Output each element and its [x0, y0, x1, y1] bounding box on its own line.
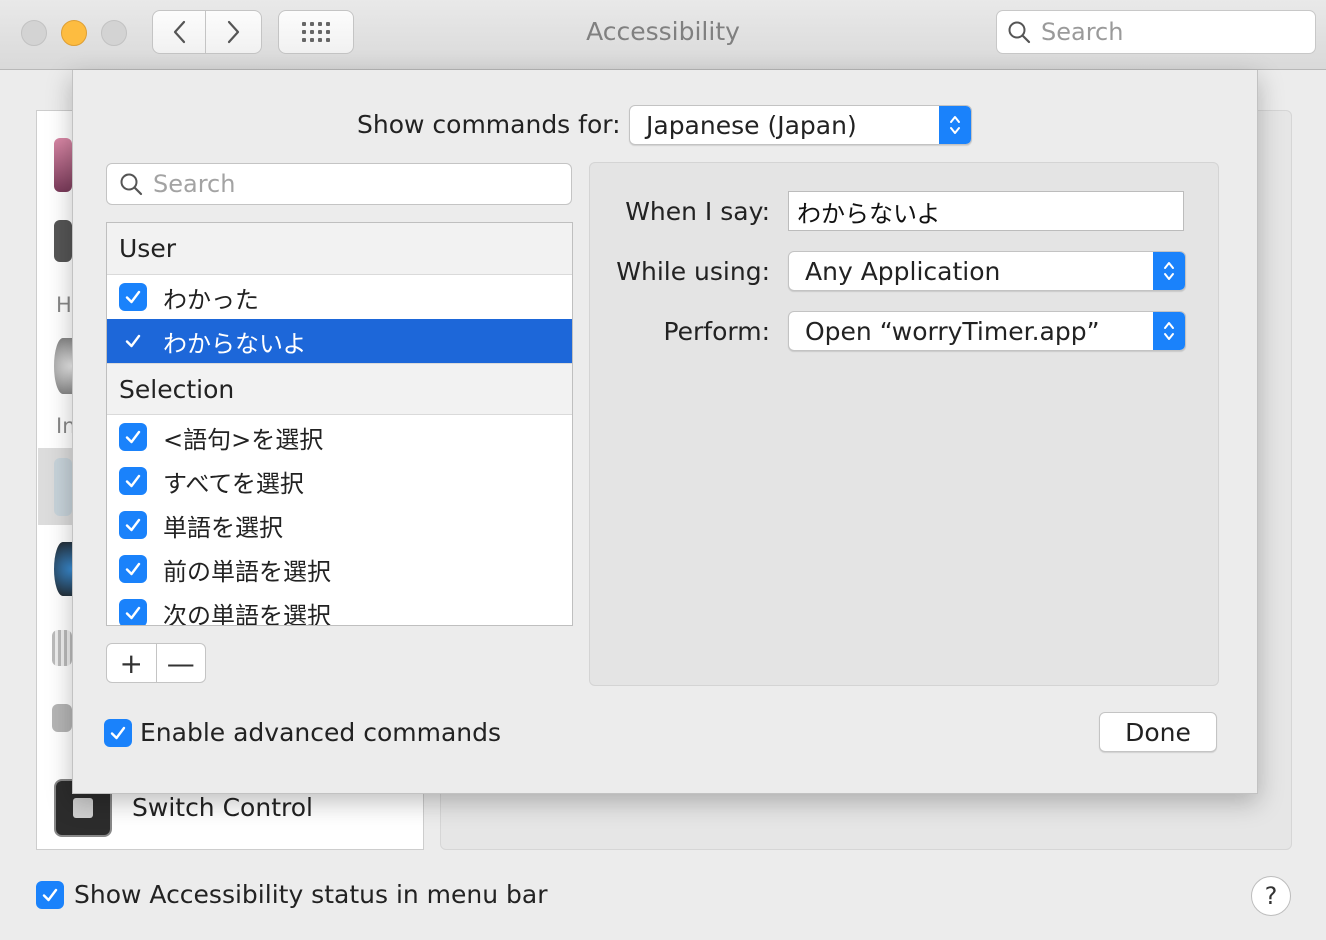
display-icon[interactable] [54, 138, 72, 192]
popup-arrows-icon [1153, 252, 1185, 290]
window-title: Accessibility [586, 17, 740, 46]
list-item[interactable]: 次の単語を選択 [107, 591, 572, 626]
command-search-input[interactable]: Search [106, 163, 572, 205]
add-remove-control: + — [106, 643, 206, 683]
back-button[interactable] [152, 10, 206, 54]
list-item-selected[interactable]: わからないよ [107, 319, 572, 363]
list-item-label: わからないよ [163, 329, 307, 358]
perform-label: Perform: [663, 317, 770, 346]
commands-sheet: Show commands for: Japanese (Japan) Sear… [72, 70, 1258, 794]
help-button[interactable]: ? [1251, 876, 1291, 916]
list-item-label: わかった [163, 285, 259, 314]
dictation-icon [54, 458, 72, 516]
checkbox-checked-icon[interactable] [119, 599, 147, 625]
sidebar-item-switch-control[interactable]: Switch Control [132, 793, 313, 822]
group-header-user: User [107, 223, 572, 275]
forward-button[interactable] [206, 10, 262, 54]
minimize-window-button[interactable] [61, 20, 87, 46]
grid-icon [302, 22, 330, 42]
checkbox-checked-icon[interactable] [119, 467, 147, 495]
while-using-value: Any Application [805, 256, 1001, 286]
list-item[interactable]: 単語を選択 [107, 503, 572, 547]
zoom-window-button[interactable] [101, 20, 127, 46]
chevron-left-icon [173, 20, 186, 44]
list-item-label: 次の単語を選択 [163, 601, 331, 626]
close-window-button[interactable] [21, 20, 47, 46]
language-value: Japanese (Japan) [646, 110, 857, 140]
keyboard-icon[interactable] [52, 630, 72, 666]
show-status-checkbox[interactable]: Show Accessibility status in menu bar [36, 880, 548, 909]
show-status-label: Show Accessibility status in menu bar [74, 880, 548, 909]
when-i-say-label: When I say: [625, 197, 770, 226]
checkbox-checked-icon [36, 880, 64, 909]
zoom-icon[interactable] [54, 220, 72, 262]
group-header-selection: Selection [107, 363, 572, 415]
list-item-label: 単語を選択 [163, 513, 283, 542]
show-commands-label: Show commands for: [357, 110, 621, 139]
checkbox-checked-icon[interactable] [119, 555, 147, 583]
command-list[interactable]: User わかった わからないよ Selection <語句>を選択 すべてを選… [106, 222, 573, 626]
while-using-popup[interactable]: Any Application [788, 251, 1186, 291]
checkbox-checked-icon[interactable] [119, 423, 147, 451]
speaker-icon[interactable] [54, 338, 72, 394]
popup-arrows-icon [1153, 312, 1185, 350]
list-item[interactable]: すべてを選択 [107, 459, 572, 503]
list-item-label: 前の単語を選択 [163, 557, 331, 586]
title-bar: Accessibility Search [0, 0, 1326, 70]
list-item-label: <語句>を選択 [163, 425, 324, 454]
search-icon [1008, 21, 1031, 44]
perform-value: Open “worryTimer.app” [805, 316, 1100, 346]
add-command-button[interactable]: + [107, 644, 157, 682]
checkbox-checked-icon [104, 718, 132, 747]
chevron-right-icon [227, 20, 239, 44]
search-icon [120, 173, 143, 196]
when-i-say-field[interactable]: わからないよ [788, 191, 1184, 231]
perform-popup[interactable]: Open “worryTimer.app” [788, 311, 1186, 351]
list-item-label: すべてを選択 [163, 469, 304, 498]
search-field[interactable]: Search [996, 10, 1316, 54]
checkbox-checked-icon[interactable] [119, 283, 147, 311]
enable-advanced-checkbox[interactable]: Enable advanced commands [104, 718, 501, 747]
while-using-label: While using: [616, 257, 770, 286]
pointer-control-icon[interactable] [52, 704, 72, 732]
siri-icon[interactable] [54, 542, 72, 596]
language-popup[interactable]: Japanese (Japan) [629, 105, 972, 145]
command-search-placeholder: Search [153, 170, 236, 198]
list-item[interactable]: <語句>を選択 [107, 415, 572, 459]
list-item[interactable]: 前の単語を選択 [107, 547, 572, 591]
remove-command-button[interactable]: — [157, 644, 206, 682]
checkbox-checked-icon[interactable] [119, 327, 147, 355]
show-all-button[interactable] [278, 10, 354, 54]
search-placeholder: Search [1041, 18, 1124, 46]
done-button[interactable]: Done [1099, 712, 1217, 752]
command-detail-panel: When I say: わからないよ While using: Any Appl… [589, 162, 1219, 686]
checkbox-checked-icon[interactable] [119, 511, 147, 539]
popup-arrows-icon [939, 106, 971, 144]
list-item[interactable]: わかった [107, 275, 572, 319]
enable-advanced-label: Enable advanced commands [140, 718, 501, 747]
sidebar-partial-label: H [56, 293, 72, 317]
